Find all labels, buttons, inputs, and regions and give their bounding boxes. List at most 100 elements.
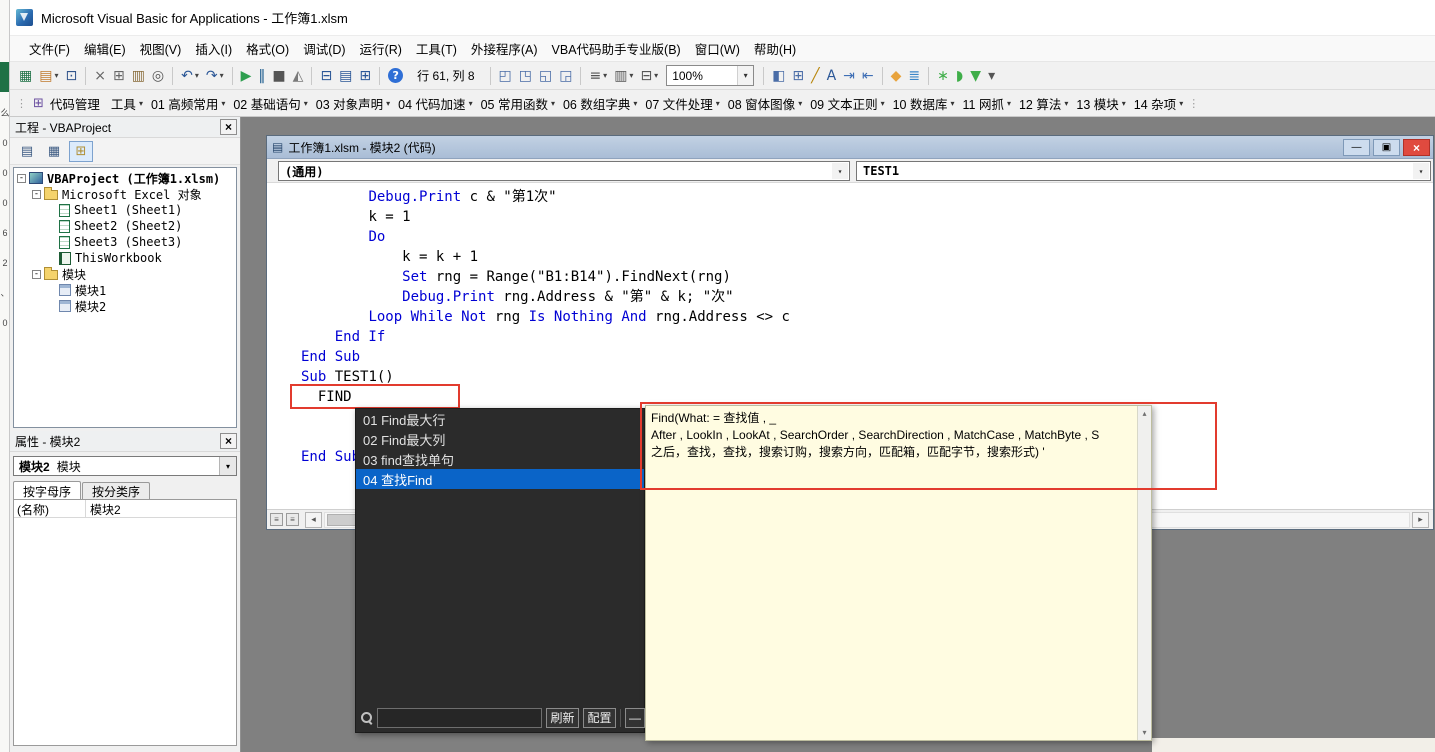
find-icon[interactable]: ◎ [149, 65, 167, 87]
refresh-button[interactable]: 刷新 [546, 707, 579, 728]
assistant-menu-item[interactable]: 08 窗体图像 ▾ [725, 92, 805, 115]
layers-icon[interactable]: ≣ [905, 65, 923, 87]
autocomplete-item[interactable]: 01 Find最大行 [356, 409, 644, 429]
tab-categorized[interactable]: 按分类序 [82, 482, 151, 500]
assistant-menu-item[interactable]: 04 代码加速 ▾ [395, 92, 475, 115]
tree-item[interactable]: ThisWorkbook [14, 250, 236, 266]
code-window-titlebar[interactable]: ▤ 工作簿1.xlsm - 模块2 (代码) — ▣ × [267, 136, 1433, 159]
design-mode-icon[interactable]: ◭ [290, 65, 307, 87]
run-icon[interactable]: ▶ [238, 65, 255, 87]
restore-icon[interactable]: ▣ [1373, 139, 1400, 156]
view-excel-icon[interactable]: ▦ [16, 65, 35, 87]
toolbar-grip[interactable]: ⋮ [16, 97, 27, 110]
redo-icon[interactable]: ↷ ▾ [203, 65, 227, 87]
autocomplete-item[interactable]: 03 find查找单句 [356, 449, 644, 469]
undo-icon[interactable]: ↶ ▾ [178, 65, 202, 87]
toggle-folders-icon[interactable]: ⊞ [69, 140, 93, 162]
tree-item[interactable]: Sheet1 (Sheet1) [14, 202, 236, 218]
window-cascade-icon[interactable]: ◳ [516, 65, 535, 87]
image-list-icon[interactable]: ▥ ▾ [611, 65, 636, 87]
reset-icon[interactable]: ■ [269, 65, 288, 87]
assistant-menu-item[interactable]: 14 杂项 ▾ [1131, 92, 1186, 115]
autocomplete-item[interactable]: 04 查找Find [356, 469, 644, 489]
assistant-menu-item[interactable]: 01 高频常用 ▾ [148, 92, 228, 115]
menu-item[interactable]: 窗口(W) [688, 36, 747, 61]
expand-collapse-icon[interactable]: - [32, 189, 41, 199]
expand-collapse-icon[interactable]: - [32, 269, 41, 279]
menu-item[interactable]: 运行(R) [353, 36, 409, 61]
magic-icon[interactable]: ∗ [934, 65, 952, 87]
menu-item[interactable]: 帮助(H) [747, 36, 803, 61]
project-explorer-icon[interactable]: ⊟ [317, 65, 335, 87]
menu-item[interactable]: 插入(I) [188, 36, 239, 61]
popup-search-input[interactable] [377, 707, 542, 728]
tree-item[interactable]: 模块1 [14, 282, 236, 298]
menu-item[interactable]: 视图(V) [133, 36, 189, 61]
draw-line-icon[interactable]: ╱ [808, 65, 822, 87]
assistant-menu-item[interactable]: 工具 ▾ [108, 92, 146, 115]
view-object-icon[interactable]: ▦ [42, 141, 66, 162]
tab-alphabetic[interactable]: 按字母序 [13, 481, 82, 500]
paste-icon[interactable]: ▥ [129, 65, 148, 87]
menu-item[interactable]: 外接程序(A) [464, 36, 545, 61]
scroll-right-icon[interactable]: ▸ [1412, 511, 1429, 528]
split-view-icon[interactable]: ≡ [270, 513, 283, 526]
break-icon[interactable]: ‖ [255, 65, 268, 87]
assistant-menu-item[interactable]: 12 算法 ▾ [1016, 92, 1071, 115]
menu-item[interactable]: VBA代码助手专业版(B) [545, 36, 688, 61]
indent-icon[interactable]: ⇥ [840, 65, 858, 87]
save-icon[interactable]: ⊡ [62, 65, 80, 87]
brush-icon[interactable]: ◗ [953, 65, 966, 87]
menu-item[interactable]: 编辑(E) [77, 36, 133, 61]
assistant-menu-item[interactable]: 05 常用函数 ▾ [478, 92, 558, 115]
cut-icon[interactable]: × [91, 65, 109, 87]
properties-panel-close-icon[interactable]: × [220, 433, 237, 449]
collapse-button[interactable]: — [625, 707, 645, 728]
window-tile-icon[interactable]: ◰ [496, 65, 515, 87]
outdent-icon[interactable]: ⇤ [859, 65, 877, 87]
full-view-icon[interactable]: ≡ [286, 513, 299, 526]
menu-item[interactable]: 调试(D) [296, 36, 352, 61]
assistant-menu-item[interactable]: 02 基础语句 ▾ [230, 92, 310, 115]
assistant-menu-item[interactable]: 09 文本正则 ▾ [807, 92, 887, 115]
tree-item[interactable]: - Microsoft Excel 对象 [14, 186, 236, 202]
minimize-icon[interactable]: — [1343, 139, 1370, 156]
menu-item[interactable]: 工具(T) [409, 36, 464, 61]
procedure-combobox[interactable]: TEST1 ▾ [856, 161, 1431, 181]
menu-item[interactable]: 格式(O) [239, 36, 296, 61]
insert-userform-icon[interactable]: ▤ ▾ [36, 65, 61, 87]
view-code-icon[interactable]: ▤ [15, 141, 39, 162]
assistant-menu-item[interactable]: 06 数组字典 ▾ [560, 92, 640, 115]
window-arrange-icon[interactable]: ◲ [556, 65, 575, 87]
list-format-icon[interactable]: ≡ ▾ [586, 65, 610, 87]
filter-icon[interactable]: ▼ [967, 65, 984, 87]
close-icon[interactable]: × [1403, 139, 1430, 156]
assistant-menu-item[interactable]: 10 数据库 ▾ [890, 92, 958, 115]
assistant-menu-item[interactable]: 03 对象声明 ▾ [313, 92, 393, 115]
copy-icon[interactable]: ⊞ [110, 65, 128, 87]
expand-collapse-icon[interactable]: - [17, 173, 26, 183]
screen-split-icon[interactable]: ◧ [769, 65, 788, 87]
window-split-icon[interactable]: ◱ [536, 65, 555, 87]
tree-item[interactable]: - VBAProject (工作簿1.xlsm) [14, 170, 236, 186]
overflow-icon[interactable]: ▾ [985, 65, 998, 87]
menu-item[interactable]: 文件(F) [22, 36, 77, 61]
zoom-combobox[interactable]: 100% ▾ [666, 65, 755, 86]
object-selector-dropdown[interactable]: 模块2 模块 ▾ [13, 456, 237, 476]
toolbar-grip[interactable]: ⋮ [1188, 97, 1199, 110]
assistant-menu-item[interactable]: 07 文件处理 ▾ [642, 92, 722, 115]
property-row[interactable]: (名称) 模块2 [14, 500, 236, 518]
tree-item[interactable]: - 模块 [14, 266, 236, 282]
autocomplete-item[interactable]: 02 Find最大列 [356, 429, 644, 449]
object-combobox[interactable]: (通用) ▾ [278, 161, 850, 181]
assistant-menu-item[interactable]: 13 模块 ▾ [1073, 92, 1128, 115]
properties-window-icon[interactable]: ▤ [336, 65, 355, 87]
object-browser-icon[interactable]: ⊞ [356, 65, 374, 87]
sort-text-icon[interactable]: A [824, 65, 840, 87]
code-manage-label[interactable]: 代码管理 [50, 94, 100, 113]
tree-item[interactable]: Sheet3 (Sheet3) [14, 234, 236, 250]
project-panel-close-icon[interactable]: × [220, 119, 237, 135]
hand-icon[interactable]: ◆ [888, 65, 905, 87]
scroll-down-icon[interactable]: ▾ [1138, 725, 1151, 740]
tree-item[interactable]: 模块2 [14, 298, 236, 314]
